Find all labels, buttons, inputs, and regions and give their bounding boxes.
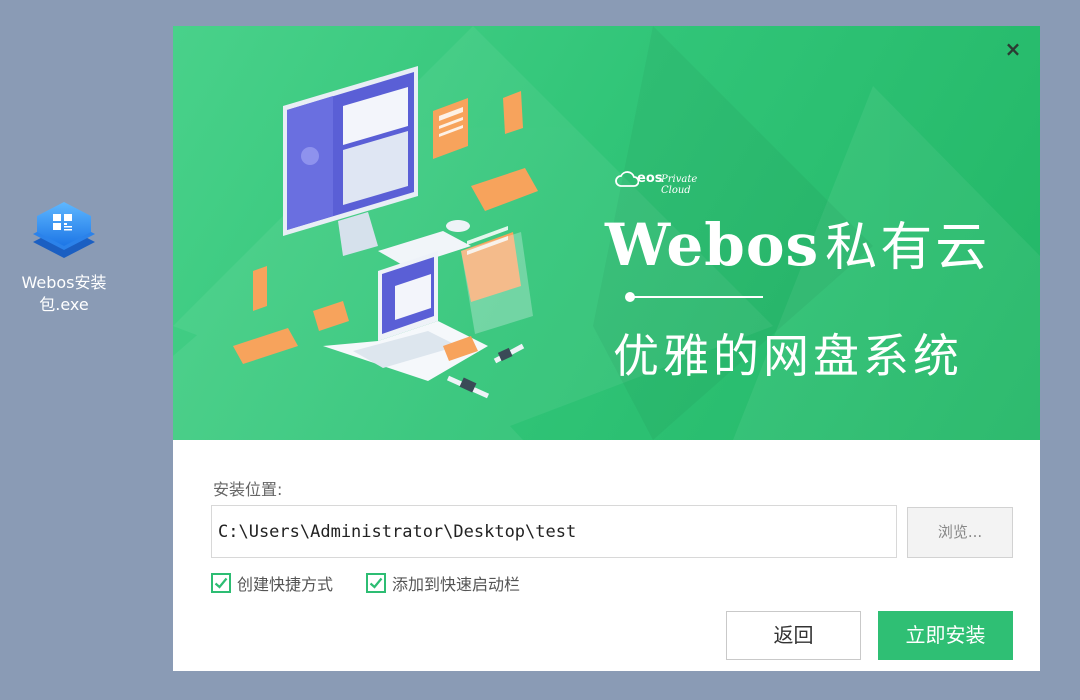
install-path-input[interactable] [211, 505, 897, 558]
eos-logo: eos Private Cloud [615, 168, 725, 196]
cloud-logo-icon [615, 171, 639, 187]
brand-latin: Webos [605, 211, 820, 279]
checkbox-quicklaunch-box[interactable] [366, 573, 386, 593]
checkbox-create-shortcut[interactable]: 创建快捷方式 [211, 570, 333, 596]
close-icon: × [1004, 37, 1022, 61]
banner-divider [625, 292, 763, 302]
logo-subtitle: Private Cloud [661, 174, 698, 196]
checkbox-shortcut-label: 创建快捷方式 [237, 575, 334, 594]
webos-app-icon [29, 196, 99, 268]
checkbox-shortcut-box[interactable] [211, 573, 231, 593]
devices-illustration [233, 66, 538, 399]
install-location-label: 安装位置: [213, 480, 283, 499]
installer-banner: eos Private Cloud Webos 私有云 优雅的网盘系统 × [173, 26, 1040, 440]
banner-slogan: 优雅的网盘系统 [613, 329, 963, 383]
desktop-icon-label: Webos安装包.exe [21, 273, 107, 314]
close-button[interactable]: × [1002, 38, 1024, 60]
checkmark-icon [369, 577, 383, 589]
browse-button[interactable]: 浏览... [907, 507, 1013, 558]
checkbox-quicklaunch-label: 添加到快速启动栏 [392, 575, 521, 594]
back-button[interactable]: 返回 [726, 611, 861, 660]
brand-cn: 私有云 [825, 218, 991, 278]
logo-text: eos [637, 171, 663, 186]
checkbox-add-quicklaunch[interactable]: 添加到快速启动栏 [366, 570, 520, 596]
install-now-button[interactable]: 立即安装 [878, 611, 1013, 660]
installer-window: eos Private Cloud Webos 私有云 优雅的网盘系统 × 安装位… [173, 26, 1040, 671]
checkmark-icon [214, 577, 228, 589]
brand-title: Webos 私有云 [605, 210, 990, 283]
desktop-icon-webos-installer[interactable]: Webos安装包.exe [12, 196, 116, 316]
